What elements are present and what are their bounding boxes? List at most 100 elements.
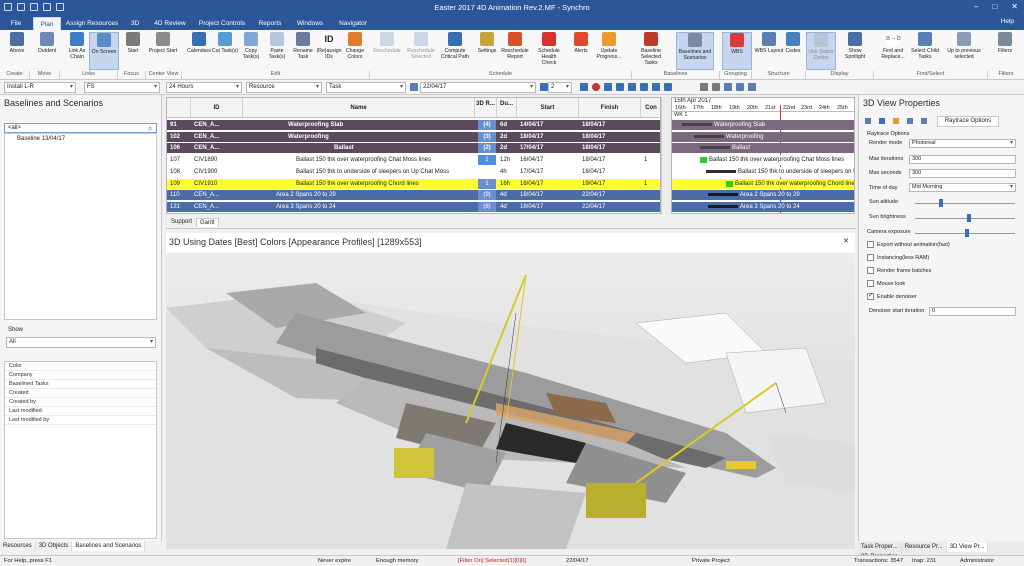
col-duration[interactable]: Du... [497,98,517,118]
schedule-health-check-button[interactable]: Schedule Health Check [534,32,564,66]
baseline-selected-tasks-button[interactable]: Baseline Selected Tasks [636,32,666,66]
table-row[interactable]: 102 CEN_A... Waterproofing (3) 2d 18/04/17 18/… [167,131,660,142]
col-3d-resources[interactable]: 3D R... [475,98,497,118]
play-icon[interactable] [628,83,636,91]
record-icon[interactable] [592,83,600,91]
play-back-icon[interactable] [616,83,624,91]
tab-3d-objects[interactable]: 3D Objects [36,541,73,551]
tab-reports[interactable]: Reports [254,17,286,30]
pause-icon[interactable] [700,83,708,91]
reschedule-report-button[interactable]: Reschedule Report [500,32,530,60]
mouse-look-checkbox[interactable] [867,280,874,287]
sun-altitude-slider[interactable] [915,203,1015,204]
table-row[interactable]: 131 CEN_A... Area 3 Spans 20 to 24 (8) 4d 18/… [167,201,660,212]
sun-brightness-slider[interactable] [915,218,1015,219]
relation-select[interactable]: FS [84,82,160,93]
date-field[interactable]: 22/04/17 [420,82,536,93]
on-screen-button[interactable]: On Screen [89,32,119,70]
3d-scene-render[interactable] [166,253,855,549]
effects-tab-icon[interactable] [921,118,927,124]
tab-support[interactable]: Support [168,218,195,226]
sun-brightness-thumb[interactable] [967,214,971,222]
filters-button[interactable]: Filters [990,32,1020,54]
gantt-bar[interactable]: Area 3 Spans 20 to 24 [708,204,800,210]
maximize-icon[interactable]: □ [992,2,997,11]
minimize-icon[interactable]: – [974,2,978,11]
up-to-previous-button[interactable]: Up to previous selected [944,32,984,60]
alerts-button[interactable]: Alerts [566,32,596,54]
tab-file[interactable]: File [4,17,28,30]
col-con[interactable]: Con [641,98,660,118]
link-type-select[interactable]: Install L-R [4,82,76,93]
max-iterations-input[interactable]: 300 [909,155,1016,164]
show-select[interactable]: All [6,337,156,348]
table-row[interactable]: 108 CIV1900 Ballast 150 thk to underside o… [167,166,660,177]
instancing-checkbox[interactable] [867,254,874,261]
gantt-bar[interactable]: Ballast [700,145,750,151]
table-row[interactable]: 110 CEN_A... Area 2 Spans 20 to 29 (9) 4d 18/… [167,190,660,201]
use-status-codes-button[interactable]: Use Status Codes [806,32,836,70]
tab-project-controls[interactable]: Project Controls [196,17,248,30]
close-view-icon[interactable]: ✕ [843,237,849,245]
link-as-chain-button[interactable]: Link As Chain [62,32,92,60]
3d-view[interactable]: 3D Using Dates [Best] Colors [Appearance… [166,233,855,549]
time-of-day-select[interactable]: Mid Morning [909,183,1016,192]
table-row[interactable]: 107 CIV1890 Ballast 150 thk over waterproo… [167,155,660,166]
gantt-bar[interactable]: Waterproofing [694,134,763,140]
tab-baselines-and-scenarios[interactable]: Baselines and Scenarios [72,541,146,551]
col-start[interactable]: Start [517,98,579,118]
reschedule-selected-button[interactable]: Reschedule Selected [406,32,436,60]
gantt-bar[interactable]: Ballast 150 thk over waterproofing Chord… [726,180,854,187]
show-spotlight-button[interactable]: Show Spotlight [840,32,870,60]
tab-resources[interactable]: Resources [0,541,36,551]
timeline-icon[interactable] [748,83,756,91]
help-button[interactable]: Help [1001,18,1014,25]
col-id[interactable]: ID [191,98,243,118]
codes-button[interactable]: Codes [778,32,808,54]
tab-windows[interactable]: Windows [292,17,328,30]
find-and-replace-button[interactable]: a→b Find and Replace... [876,32,910,60]
zoom-field[interactable]: 2 [548,82,572,93]
task-select[interactable]: Task [326,82,406,93]
lighting-tab-icon[interactable] [893,118,899,124]
camera-exposure-thumb[interactable] [965,229,969,237]
close-icon[interactable]: ✕ [1011,2,1018,11]
col-name[interactable]: Name [243,98,475,118]
last-frame-icon[interactable] [652,83,660,91]
col-finish[interactable]: Finish [579,98,641,118]
table-row[interactable]: 109 CIV1910 Ballast 150 thk over waterproo… [167,178,660,189]
select-child-tasks-button[interactable]: Select Child Tasks [910,32,940,60]
calendar-picker-icon[interactable] [410,83,418,91]
capture-icon[interactable] [736,83,744,91]
wbs-button[interactable]: WBS [722,32,752,70]
tree-item-baseline[interactable]: Baseline 13/04/17 [5,134,156,142]
tab-navigator[interactable]: Navigator [334,17,372,30]
gantt-bar[interactable]: Waterproofing Slab [682,122,765,128]
tab-3d[interactable]: 3D [124,17,146,30]
reschedule-button[interactable]: Reschedule [372,32,402,54]
tab-3d-view-properties[interactable]: 3D View Pr... [946,542,989,552]
gantt-bar[interactable]: Area 2 Spans 20 to 29 [708,192,800,198]
loop-icon[interactable] [664,83,672,91]
start-button[interactable]: Start [118,32,148,54]
camera-icon[interactable] [724,83,732,91]
first-frame-icon[interactable] [580,83,588,91]
compute-critical-path-button[interactable]: Compute Critical Path [440,32,470,60]
tab-task-properties[interactable]: Task Proper... [858,542,902,552]
settings-button[interactable]: Settings [472,32,502,54]
stop-icon[interactable] [712,83,720,91]
properties-tab-icon[interactable] [865,118,871,124]
project-start-button[interactable]: Project Start [148,32,178,54]
update-progress-button[interactable]: Update Progress... [594,32,624,60]
next-frame-icon[interactable] [640,83,648,91]
baseline-search-input[interactable]: <all> [4,123,157,133]
zoom-icon[interactable] [540,83,548,91]
max-seconds-input[interactable]: 300 [909,169,1016,178]
tab-plan[interactable]: Plan [33,17,61,30]
export-without-animation-checkbox[interactable] [867,241,874,248]
tab-assign-resources[interactable]: Assign Resources [64,17,120,30]
duration-select[interactable]: 24 Hours [166,82,242,93]
previous-frame-icon[interactable] [604,83,612,91]
grid-scrollbar[interactable] [661,97,671,214]
render-mode-select[interactable]: Photoreal [909,139,1016,148]
